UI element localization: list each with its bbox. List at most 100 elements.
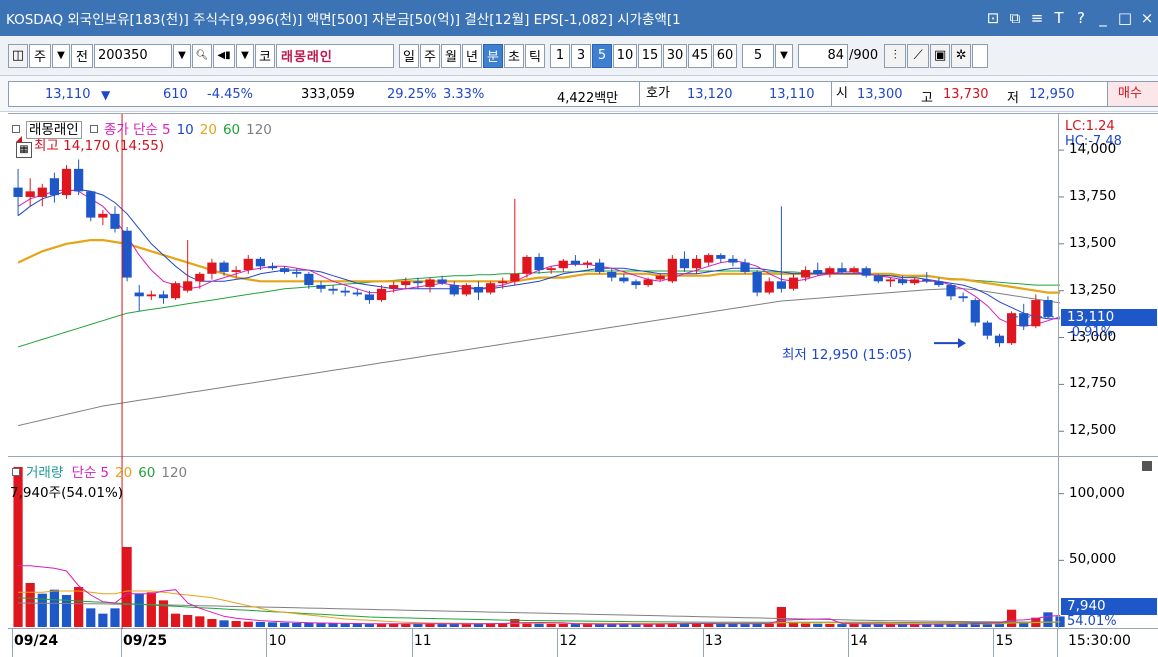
price-chart-pane[interactable]: 래몽래인 종가 단순 5 10 20 60 120 ▦ 최고 14,170 (14:55)… [8, 113, 1158, 458]
period-tick[interactable]: 틱 [525, 43, 545, 68]
candle-body [243, 258, 253, 271]
bid-price-1: 13,120 [687, 87, 733, 102]
open-label: 시 [831, 82, 848, 106]
count-input[interactable]: 84 [798, 43, 848, 68]
save-icon[interactable]: ▣ [930, 43, 951, 68]
candle-body [219, 262, 229, 272]
volume-bar [861, 624, 871, 627]
candle-body [461, 285, 471, 295]
copy-window-icon[interactable]: ⧉ [1004, 9, 1026, 27]
ma10-label: 10 [176, 122, 194, 138]
period-year[interactable]: 년 [462, 43, 482, 68]
candle-body [1019, 313, 1029, 327]
volume-bar [437, 624, 447, 627]
x-axis-day-separator [702, 629, 704, 657]
x-label: 15 [995, 633, 1014, 649]
maximize-icon[interactable]: □ [1114, 9, 1136, 27]
volume-chart-pane[interactable]: 거래량 단순 5 20 60 120 7,940주(54.01%) 100,000 50… [8, 457, 1158, 629]
lc-label: LC:1.24 [1065, 119, 1115, 134]
candle-body [631, 281, 641, 286]
interval-3[interactable]: 3 [571, 43, 591, 68]
interval-10[interactable]: 10 [613, 43, 637, 68]
price-chart-svg [13, 114, 1064, 458]
current-volume-percent: 54.01% [1067, 614, 1117, 630]
volume-ma-label: 단순 [71, 465, 97, 481]
volume-bar [231, 621, 241, 627]
candle-body [946, 285, 956, 297]
candle-body [582, 262, 593, 265]
volume-bar [849, 623, 859, 627]
interval-dropdown-icon[interactable]: ▼ [775, 43, 793, 68]
font-icon[interactable]: T [1048, 9, 1070, 27]
candle-body [728, 258, 738, 263]
all-button[interactable]: 전 [71, 43, 93, 68]
buy-button[interactable]: 매수 [1107, 82, 1158, 106]
candle-body [801, 270, 811, 278]
y-tick: 13,750 [1069, 187, 1117, 204]
volume-bar [340, 623, 350, 627]
candle-body [195, 273, 205, 282]
help-icon[interactable]: ? [1070, 9, 1092, 27]
period-minute[interactable]: 분 [483, 43, 503, 68]
current-price-percent: -0.91% [1067, 324, 1113, 340]
volume-bar [255, 621, 265, 627]
volume-last-note: 7,940주(54.01%) [10, 485, 124, 501]
volume-legend: 거래량 단순 5 20 60 120 [12, 461, 193, 481]
calendar-icon[interactable]: ▦ [16, 142, 32, 158]
volume-bar [704, 623, 714, 627]
volume-bar [328, 623, 338, 627]
minimize-icon[interactable]: _ [1092, 9, 1114, 27]
volume-bar [122, 547, 132, 627]
x-axis-day-separator [12, 629, 13, 657]
interval-45[interactable]: 45 [688, 43, 712, 68]
period-day[interactable]: 일 [399, 43, 419, 68]
close-icon[interactable]: × [1136, 9, 1158, 27]
interval-5[interactable]: 5 [592, 43, 612, 68]
interval-1[interactable]: 1 [550, 43, 570, 68]
line-tool-icon[interactable]: ⟋ [907, 43, 930, 68]
code-input[interactable]: 200350 [94, 43, 172, 68]
candle-body [74, 168, 84, 192]
period-week[interactable]: 주 [420, 43, 440, 68]
candle-body [958, 296, 968, 299]
volume-bar [280, 622, 290, 627]
candle-body [534, 256, 544, 271]
y-tick: 14,000 [1069, 141, 1117, 158]
code-dropdown-icon[interactable]: ▼ [173, 43, 191, 68]
search-icon[interactable]: 🔍︎ [192, 43, 212, 68]
gear-icon[interactable]: ✲ [951, 43, 972, 68]
high-label: 고 [921, 91, 933, 106]
speaker-icon[interactable]: ◀▮ [213, 43, 235, 68]
market-select[interactable]: 주 [29, 43, 51, 68]
candle-body [837, 268, 847, 272]
period-second[interactable]: 초 [504, 43, 524, 68]
low-price: 12,950 [1029, 87, 1075, 102]
restore-icon[interactable]: ⊡ [982, 9, 1004, 27]
x-axis-day-separator [266, 629, 268, 657]
interval-60[interactable]: 60 [713, 43, 737, 68]
interval-15[interactable]: 15 [638, 43, 662, 68]
candle-body [861, 268, 871, 276]
market-dropdown-icon[interactable]: ▼ [52, 43, 70, 68]
min-arrowhead-icon [958, 338, 966, 349]
pin-icon[interactable]: ≡ [1026, 9, 1048, 27]
volume-bar [885, 624, 896, 627]
pane-close-icon[interactable] [1142, 461, 1152, 471]
volume-bar [643, 624, 653, 627]
candle-body [364, 294, 375, 301]
candle-body [655, 275, 665, 280]
checkbox[interactable] [972, 43, 989, 68]
volume-bar [910, 624, 920, 627]
speaker-dropdown-icon[interactable]: ▼ [236, 43, 254, 68]
candle-body [267, 266, 278, 269]
period-month[interactable]: 월 [441, 43, 461, 68]
stock-name[interactable]: 래몽래인 [276, 43, 394, 68]
candle-icon[interactable]: ⫶ [884, 43, 907, 68]
chart-type-icon[interactable]: ◫ [8, 43, 28, 68]
interval-input[interactable]: 5 [742, 43, 774, 68]
current-price-marker: 13,110 [1061, 308, 1157, 326]
interval-30[interactable]: 30 [663, 43, 687, 68]
current-time: 15:30:00 [1068, 633, 1131, 649]
volume-bar [25, 583, 35, 627]
x-axis-day-separator [411, 629, 413, 657]
